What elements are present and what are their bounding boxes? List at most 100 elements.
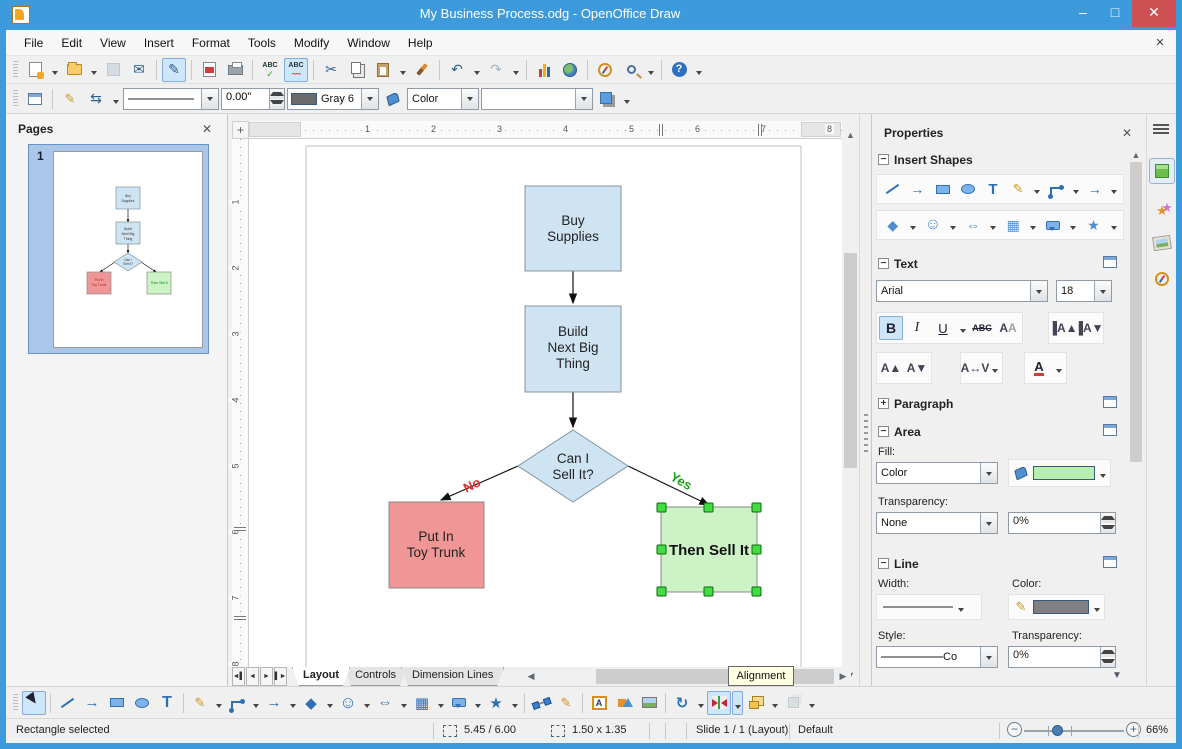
rectangle-tool-button[interactable] — [931, 177, 953, 201]
connector-tool-button[interactable] — [1045, 177, 1067, 201]
scroll-up-icon[interactable]: ▲ — [1129, 148, 1143, 161]
connector-dropdown[interactable] — [1071, 177, 1081, 201]
scroll-left-icon[interactable]: ◀ — [524, 669, 538, 684]
callouts-dropdown[interactable] — [1068, 213, 1079, 237]
section-paragraph[interactable]: + Paragraph — [872, 394, 1127, 414]
slide-status[interactable]: Slide 1 / 1 (Layout) — [696, 724, 788, 736]
section-insert-shapes[interactable]: − Insert Shapes — [872, 150, 1127, 170]
text-dialog-launcher-icon[interactable] — [1103, 256, 1117, 268]
char-shadow-button[interactable]: AA — [996, 316, 1020, 340]
arrange-button[interactable] — [744, 691, 768, 715]
collapse-icon[interactable]: − — [878, 426, 889, 437]
font-color-button[interactable]: A — [1027, 356, 1051, 380]
underline-button[interactable]: U — [931, 316, 955, 340]
node-put-in-toy-trunk[interactable]: Put In Toy Trunk — [388, 501, 485, 589]
rectangle-tool-button[interactable] — [105, 691, 129, 715]
line-color-dropdown[interactable] — [1091, 595, 1102, 619]
line-style-combo[interactable]: Co — [876, 646, 998, 668]
navigator-button[interactable] — [593, 58, 617, 82]
node-build-next-big-thing[interactable]: Build Next Big Thing — [524, 305, 622, 393]
block-arrows-button[interactable]: ⇔ — [961, 213, 984, 237]
toolbar-grip[interactable] — [13, 693, 18, 712]
char-spacing-dropdown[interactable] — [989, 356, 1000, 380]
hyperlink-button[interactable] — [558, 58, 582, 82]
connector-dropdown[interactable] — [250, 691, 261, 715]
flowchart-dropdown[interactable] — [435, 691, 446, 715]
open-dropdown[interactable] — [88, 58, 99, 82]
lowercase-button[interactable]: A▼ — [905, 356, 929, 380]
arrow-tool-button[interactable]: → — [906, 177, 928, 201]
font-size-combo[interactable]: 18 — [1056, 280, 1112, 302]
paste-dropdown[interactable] — [397, 58, 408, 82]
toolbar-grip[interactable] — [13, 60, 18, 79]
panel-splitter[interactable] — [859, 114, 871, 686]
text-tool-button[interactable]: T — [982, 177, 1004, 201]
vertical-ruler[interactable]: 1 2 3 4 5 6 7 8 — [228, 139, 249, 667]
open-button[interactable] — [62, 58, 86, 82]
toolbar-overflow[interactable] — [621, 87, 632, 111]
sidebar-tab-properties[interactable] — [1149, 158, 1175, 184]
char-spacing-button[interactable]: A↔V — [961, 356, 990, 380]
block-arrows-dropdown[interactable] — [988, 213, 999, 237]
properties-scrollbar[interactable]: ▲ — [1129, 148, 1143, 678]
expand-icon[interactable]: + — [878, 398, 889, 409]
menu-edit[interactable]: Edit — [53, 32, 90, 54]
area-fill-type-combo[interactable]: Color — [876, 462, 998, 484]
callouts-button[interactable] — [447, 691, 471, 715]
fontwork-button[interactable]: A — [587, 691, 611, 715]
next-layer-icon[interactable]: ► — [260, 667, 273, 686]
area-dialog-button[interactable] — [381, 87, 405, 111]
horizontal-ruler[interactable]: 1 2 3 4 5 6 7 8 — [249, 121, 842, 139]
line-dialog-button[interactable]: ✎ — [58, 87, 82, 111]
ellipse-tool-button[interactable] — [957, 177, 979, 201]
canvas-vscrollbar[interactable]: ▲ ▼ — [842, 128, 859, 682]
line-color-button[interactable]: ✎ — [1011, 595, 1031, 619]
save-button[interactable] — [101, 58, 125, 82]
styles-button[interactable] — [23, 87, 47, 111]
font-color-dropdown[interactable] — [1053, 356, 1064, 380]
stars-button[interactable]: ★ — [1082, 213, 1105, 237]
spelling-button[interactable]: ABC ✓ — [258, 58, 282, 82]
vscroll-thumb[interactable] — [844, 253, 857, 468]
line-tool-button[interactable] — [55, 691, 79, 715]
node-can-i-sell-it[interactable]: Can I Sell It? — [517, 429, 629, 503]
hscroll-thumb[interactable] — [596, 669, 834, 684]
flowchart-button[interactable]: ▦ — [1001, 213, 1024, 237]
undo-button[interactable]: ↶ — [445, 58, 469, 82]
extrusion-button[interactable] — [781, 691, 805, 715]
fill-type-combo[interactable]: Color — [407, 87, 479, 110]
block-arrows-button[interactable]: ⇔ — [373, 691, 397, 715]
menu-file[interactable]: File — [16, 32, 51, 54]
curve-tool-button[interactable]: ✎ — [1007, 177, 1029, 201]
insert-picture-button[interactable] — [637, 691, 661, 715]
basic-shapes-button[interactable]: ◆ — [881, 213, 904, 237]
toolbar-grip[interactable] — [13, 89, 18, 108]
transparency-type-combo[interactable]: None — [876, 512, 998, 534]
autospellcheck-button[interactable]: ABC ~~ — [284, 57, 308, 82]
menu-help[interactable]: Help — [400, 32, 441, 54]
zoom-dropdown[interactable] — [645, 58, 656, 82]
basic-shapes-dropdown[interactable] — [907, 213, 918, 237]
drawing-canvas[interactable]: Buy Supplies Build Next Big Thing Can I … — [249, 139, 842, 667]
flowchart-button[interactable]: ▦ — [410, 691, 434, 715]
strikethrough-button[interactable]: ABC — [970, 316, 994, 340]
minimize-button[interactable]: – — [1068, 0, 1098, 27]
fill-color-button[interactable] — [1011, 461, 1031, 485]
close-document-icon[interactable]: ✕ — [1152, 36, 1168, 50]
sidebar-menu-icon[interactable] — [1153, 124, 1169, 134]
symbol-shapes-button[interactable]: ☺ — [336, 691, 360, 715]
line-width-dropdown[interactable] — [876, 594, 982, 620]
line-width-spinner[interactable]: 0.00" — [221, 87, 285, 110]
undo-dropdown[interactable] — [471, 58, 482, 82]
alignment-dropdown[interactable] — [732, 690, 743, 715]
arrow-style-dropdown[interactable] — [110, 87, 121, 111]
zoom-percentage[interactable]: 66% — [1146, 724, 1168, 736]
stars-dropdown[interactable] — [509, 691, 520, 715]
new-button[interactable] — [23, 58, 47, 82]
line-color-combo[interactable]: Gray 6 — [287, 87, 379, 110]
tab-controls[interactable]: Controls — [344, 667, 407, 686]
ruler-origin-button[interactable]: + — [232, 121, 249, 139]
redo-dropdown[interactable] — [510, 58, 521, 82]
copy-button[interactable] — [345, 58, 369, 82]
zoom-button[interactable] — [619, 58, 643, 82]
